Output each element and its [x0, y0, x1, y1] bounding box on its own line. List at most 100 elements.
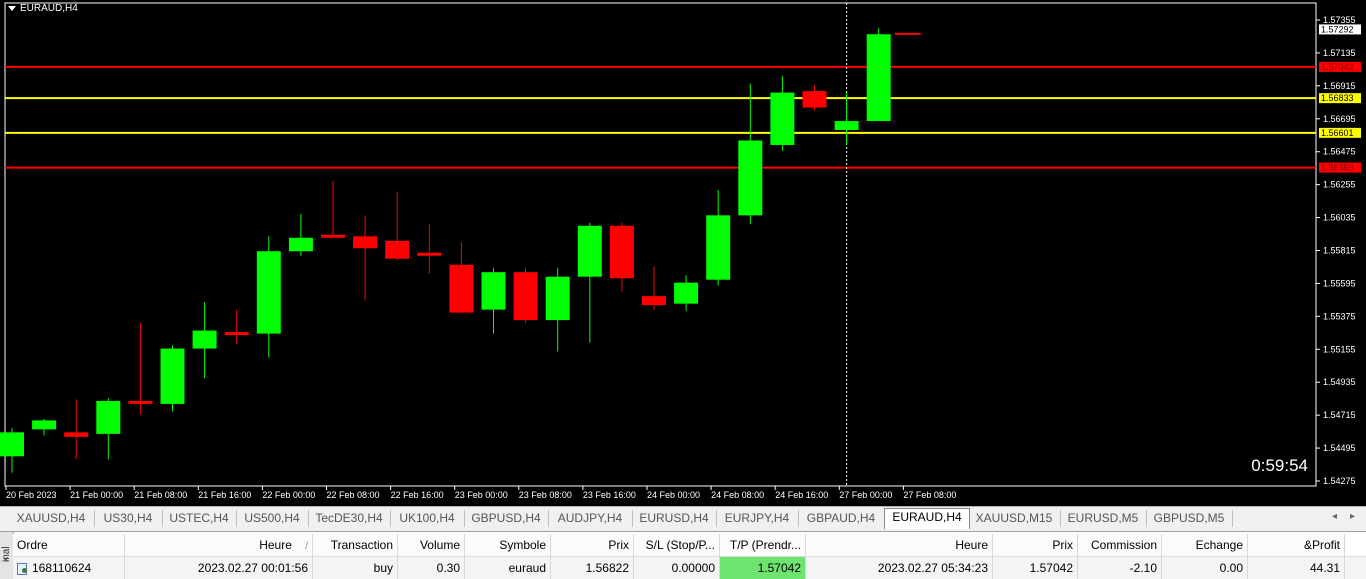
candle-body-bull [738, 140, 763, 216]
y-tick-label: 1.55155 [1323, 344, 1356, 354]
tab-uk100-h4[interactable]: UK100,H4 [390, 510, 465, 527]
col-swap-label: Echange [1195, 538, 1243, 552]
y-tick-label: 1.56695 [1323, 114, 1356, 124]
col-price[interactable]: Prix [551, 534, 634, 556]
y-tick-label: 1.57135 [1323, 48, 1356, 58]
level-label: 1.56833 [1321, 93, 1354, 103]
dropdown-triangle-icon[interactable] [8, 5, 16, 11]
col-close-price[interactable]: Prix [993, 534, 1078, 556]
col-close-time[interactable]: Heure [806, 534, 993, 556]
y-tick-label: 1.54495 [1323, 443, 1356, 453]
tab-gbpaud-h4[interactable]: GBPAUD,H4 [798, 510, 885, 527]
terminal-side-label[interactable]: × inal [0, 532, 14, 579]
y-tick-label: 1.56255 [1323, 180, 1356, 190]
cell-tp: 1.57042 [720, 557, 806, 579]
price-label: 1.57292 [1321, 24, 1354, 34]
tab-us30-h4[interactable]: US30,H4 [94, 510, 163, 527]
chart-title[interactable]: EURAUD,H4 [8, 3, 78, 14]
cell-symbol: euraud [465, 557, 551, 579]
candle-body-bear [353, 236, 378, 249]
candle-body-bear [321, 234, 345, 238]
x-tick-label: 21 Feb 08:00 [134, 490, 187, 500]
candle-body-bear [64, 432, 89, 437]
x-tick-label: 21 Feb 16:00 [198, 490, 251, 500]
y-tick-label: 1.56915 [1323, 81, 1356, 91]
tab-eurusd-m5[interactable]: EURUSD,M5 [1060, 510, 1147, 527]
chart-tabs-bar: XAUUSD,H4 US30,H4 USTEC,H4 US500,H4 TecDE30,… [0, 506, 1366, 531]
candle-body-bull [0, 432, 24, 457]
price-chart[interactable]: 1.573551.571351.569151.566951.564751.562… [0, 0, 1366, 506]
table-row[interactable]: 168110624 2023.02.27 00:01:56 buy 0.30 e… [13, 556, 1366, 579]
candle-body-bull [32, 420, 57, 430]
candle-body-bull [192, 330, 217, 349]
col-symbol[interactable]: Symbole [465, 534, 551, 556]
tab-tecde30-h4[interactable]: TecDE30,H4 [308, 510, 391, 527]
col-swap[interactable]: Echange [1162, 534, 1248, 556]
cell-close-time: 2023.02.27 05:34:23 [806, 557, 993, 579]
tab-ustec-h4[interactable]: USTEC,H4 [162, 510, 237, 527]
col-transaction-label: Transaction [330, 538, 393, 552]
col-transaction[interactable]: Transaction [313, 534, 398, 556]
x-tick-label: 22 Feb 00:00 [262, 490, 315, 500]
trade-table-header: Ordre Heure / Transaction Volume Symbole… [13, 534, 1366, 556]
x-tick-label: 21 Feb 00:00 [70, 490, 123, 500]
x-tick-label: 22 Feb 16:00 [391, 490, 444, 500]
tab-gbpusd-h4[interactable]: GBPUSD,H4 [464, 510, 549, 527]
x-tick-label: 23 Feb 08:00 [519, 490, 572, 500]
candle-body-bull [706, 215, 731, 280]
col-time-label: Heure [259, 538, 292, 552]
tab-audjpy-h4[interactable]: AUDJPY,H4 [548, 510, 633, 527]
terminal-label: inal [1, 546, 12, 562]
candle-body-bull [160, 348, 185, 404]
tab-xauusd-m15[interactable]: XAUUSD,M15 [968, 510, 1061, 527]
tab-euraud-h4[interactable]: EURAUD,H4 [884, 508, 970, 529]
cell-close-price: 1.57042 [993, 557, 1078, 579]
candle-body-bear [417, 252, 442, 256]
candle-body-bull [481, 272, 506, 310]
candle-body-bull [288, 237, 313, 252]
col-close-price-label: Prix [1052, 538, 1073, 552]
candle-body-bull [96, 400, 121, 434]
y-tick-label: 1.55375 [1323, 311, 1356, 321]
x-tick-label: 20 Feb 2023 [6, 490, 57, 500]
y-tick-label: 1.54715 [1323, 410, 1356, 420]
tab-eurusd-h4[interactable]: EURUSD,H4 [632, 510, 717, 527]
col-symbol-label: Symbole [499, 538, 546, 552]
tab-scroll-left-icon[interactable]: ◂ [1332, 511, 1337, 522]
cell-swap: 0.00 [1162, 557, 1248, 579]
candle-body-bull [834, 121, 859, 131]
y-tick-label: 1.54275 [1323, 476, 1356, 486]
tab-scroll-right-icon[interactable]: ▸ [1350, 511, 1355, 522]
col-volume[interactable]: Volume [398, 534, 465, 556]
col-profit[interactable]: &Profit [1248, 534, 1345, 556]
cell-open-price: 1.56822 [551, 557, 634, 579]
y-tick-label: 1.54935 [1323, 377, 1356, 387]
tab-xauusd-h4[interactable]: XAUUSD,H4 [8, 510, 95, 527]
chart-area[interactable]: 1.57355 1.57135 1.56915 1.56695 1.56475 1.562… [0, 0, 1366, 506]
y-tick-label: 1.55815 [1323, 246, 1356, 256]
col-sl[interactable]: S/L (Stop/P... [634, 534, 720, 556]
col-tp[interactable]: T/P (Prendr... [720, 534, 806, 556]
col-tp-label: T/P (Prendr... [729, 538, 801, 552]
order-icon [17, 562, 27, 575]
col-time[interactable]: Heure / [125, 534, 313, 556]
x-tick-label: 23 Feb 00:00 [455, 490, 508, 500]
x-tick-label: 22 Feb 08:00 [327, 490, 380, 500]
tab-gbpusd-m5[interactable]: GBPUSD,M5 [1146, 510, 1233, 527]
col-order-label: Ordre [17, 538, 48, 552]
col-order[interactable]: Ordre [13, 534, 125, 556]
tab-eurjpy-h4[interactable]: EURJPY,H4 [716, 510, 799, 527]
candle-body-bear [224, 332, 249, 336]
terminal-panel: × inal Ordre Heure / Transaction Volume … [0, 531, 1366, 579]
order-id: 168110624 [32, 561, 92, 575]
candle-timer: 0:59:54 [1251, 456, 1308, 475]
cell-volume: 0.30 [398, 557, 465, 579]
x-tick-label: 24 Feb 16:00 [775, 490, 828, 500]
candle-body-bull [866, 34, 891, 122]
col-commission[interactable]: Commission [1078, 534, 1162, 556]
tab-us500-h4[interactable]: US500,H4 [236, 510, 309, 527]
x-tick-label: 24 Feb 00:00 [647, 490, 700, 500]
col-volume-label: Volume [419, 538, 460, 552]
y-tick-label: 1.56035 [1323, 213, 1356, 223]
col-profit-label: &Profit [1303, 538, 1340, 552]
